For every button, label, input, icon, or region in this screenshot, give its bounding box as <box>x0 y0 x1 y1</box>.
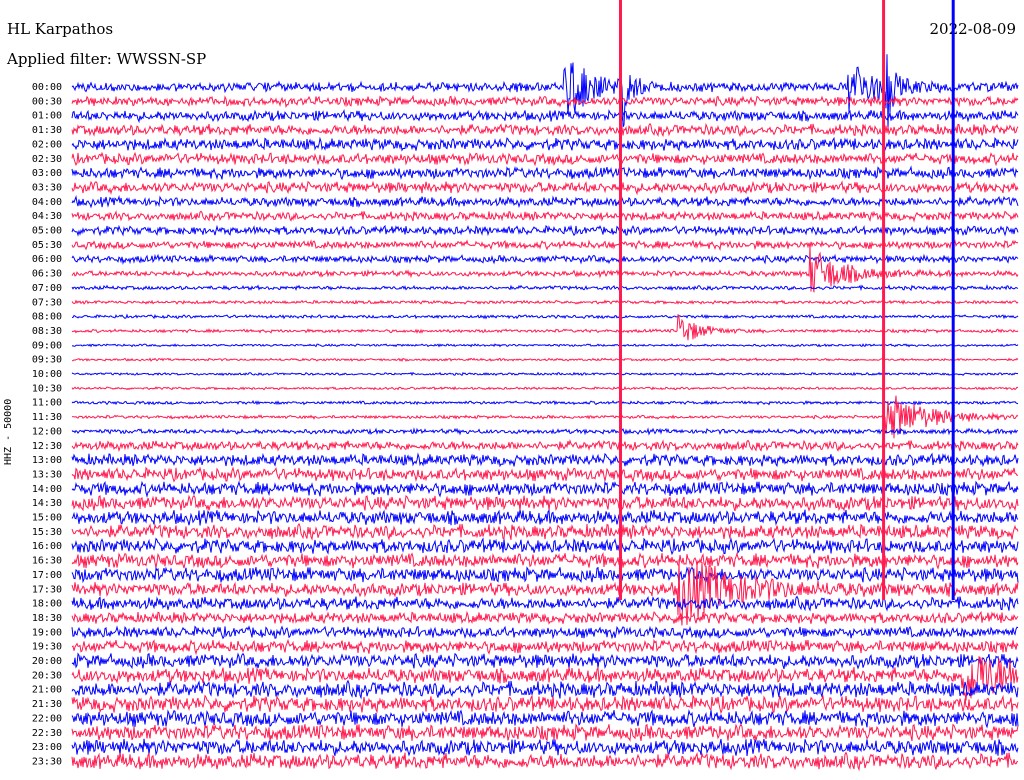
trace-0900 <box>71 343 1019 348</box>
trace-1300 <box>71 452 1019 468</box>
trace-0930 <box>71 357 1019 362</box>
trace-1830 <box>71 610 1019 625</box>
row-label: 20:30 <box>32 670 62 681</box>
row-label: 05:00 <box>32 226 62 237</box>
trace-1900 <box>71 625 1019 640</box>
row-label: 21:30 <box>32 699 62 710</box>
row-label: 11:00 <box>32 398 62 409</box>
trace-1430 <box>71 494 1019 512</box>
trace-0030 <box>71 94 1019 109</box>
row-label: 10:00 <box>32 369 62 380</box>
row-label: 22:30 <box>32 728 62 739</box>
trace-0230 <box>71 151 1019 167</box>
trace-1500 <box>71 509 1019 526</box>
row-label: 04:30 <box>32 211 62 222</box>
row-label: 20:00 <box>32 656 62 667</box>
trace-1800 <box>71 595 1019 612</box>
row-label: 16:30 <box>32 556 62 567</box>
trace-0400 <box>71 194 1019 209</box>
row-label: 11:30 <box>32 412 62 423</box>
trace-0300 <box>71 165 1019 181</box>
row-label: 17:30 <box>32 584 62 595</box>
row-label: 23:00 <box>32 742 62 753</box>
row-label: 13:00 <box>32 455 62 466</box>
trace-2000 <box>71 652 1019 670</box>
trace-2300 <box>71 738 1019 757</box>
trace-0530 <box>71 239 1019 252</box>
trace-0600 <box>71 253 1019 265</box>
trace-0430 <box>71 210 1019 223</box>
trace-2330 <box>71 751 1019 772</box>
row-label: 07:00 <box>32 283 62 294</box>
row-label: 08:00 <box>32 312 62 323</box>
row-label: 01:30 <box>32 125 62 136</box>
row-label: 18:30 <box>32 613 62 624</box>
trace-2230 <box>71 723 1019 742</box>
row-label: 08:30 <box>32 326 62 337</box>
row-label: 00:00 <box>32 82 62 93</box>
row-label: 02:30 <box>32 154 62 165</box>
row-label: 00:30 <box>32 96 62 107</box>
trace-1700 <box>71 566 1019 584</box>
row-label: 22:00 <box>32 713 62 724</box>
row-label: 14:00 <box>32 484 62 495</box>
trace-1930 <box>71 638 1019 656</box>
row-label: 06:30 <box>32 269 62 280</box>
row-label: 21:00 <box>32 685 62 696</box>
trace-1000 <box>71 371 1019 377</box>
trace-1230 <box>71 439 1019 453</box>
trace-0630 <box>71 245 1019 293</box>
row-label: 15:00 <box>32 513 62 524</box>
row-label: 14:30 <box>32 498 62 509</box>
row-label: 13:30 <box>32 469 62 480</box>
trace-0730 <box>71 299 1019 306</box>
trace-2130 <box>71 694 1019 715</box>
trace-0330 <box>71 180 1019 196</box>
trace-0830 <box>71 314 1019 341</box>
row-label: 16:00 <box>32 541 62 552</box>
row-label: 19:30 <box>32 642 62 653</box>
row-label: 18:00 <box>32 599 62 610</box>
trace-0100 <box>71 108 1019 124</box>
trace-0700 <box>71 284 1019 292</box>
row-label: 09:30 <box>32 355 62 366</box>
trace-0800 <box>71 313 1019 320</box>
row-label: 01:00 <box>32 111 62 122</box>
trace-1600 <box>71 537 1019 556</box>
row-label: 05:30 <box>32 240 62 251</box>
row-label: 10:30 <box>32 383 62 394</box>
row-label: 02:00 <box>32 139 62 150</box>
row-label: 04:00 <box>32 197 62 208</box>
trace-2100 <box>71 679 1019 700</box>
trace-1200 <box>71 427 1019 436</box>
row-label: 12:00 <box>32 426 62 437</box>
trace-0500 <box>71 224 1019 237</box>
row-label: 23:30 <box>32 756 62 767</box>
seismogram-chart: 00:00 00:30 01:00 01:30 02:00 02:30 03:00 03:30… <box>32 0 1019 772</box>
trace-0200 <box>71 136 1019 152</box>
trace-1530 <box>71 522 1019 541</box>
trace-1400 <box>71 480 1019 498</box>
row-label: 15:30 <box>32 527 62 538</box>
row-label: 12:30 <box>32 441 62 452</box>
row-label: 03:30 <box>32 182 62 193</box>
trace-0130 <box>71 122 1019 138</box>
row-label: 03:00 <box>32 168 62 179</box>
trace-1100 <box>71 399 1019 406</box>
row-label: 09:00 <box>32 340 62 351</box>
trace-1030 <box>71 385 1019 391</box>
row-label: 06:00 <box>32 254 62 265</box>
trace-2200 <box>71 709 1019 729</box>
trace-1630 <box>71 551 1019 570</box>
row-label: 07:30 <box>32 297 62 308</box>
trace-1330 <box>71 466 1019 484</box>
row-label: 19:00 <box>32 627 62 638</box>
row-label: 17:00 <box>32 570 62 581</box>
